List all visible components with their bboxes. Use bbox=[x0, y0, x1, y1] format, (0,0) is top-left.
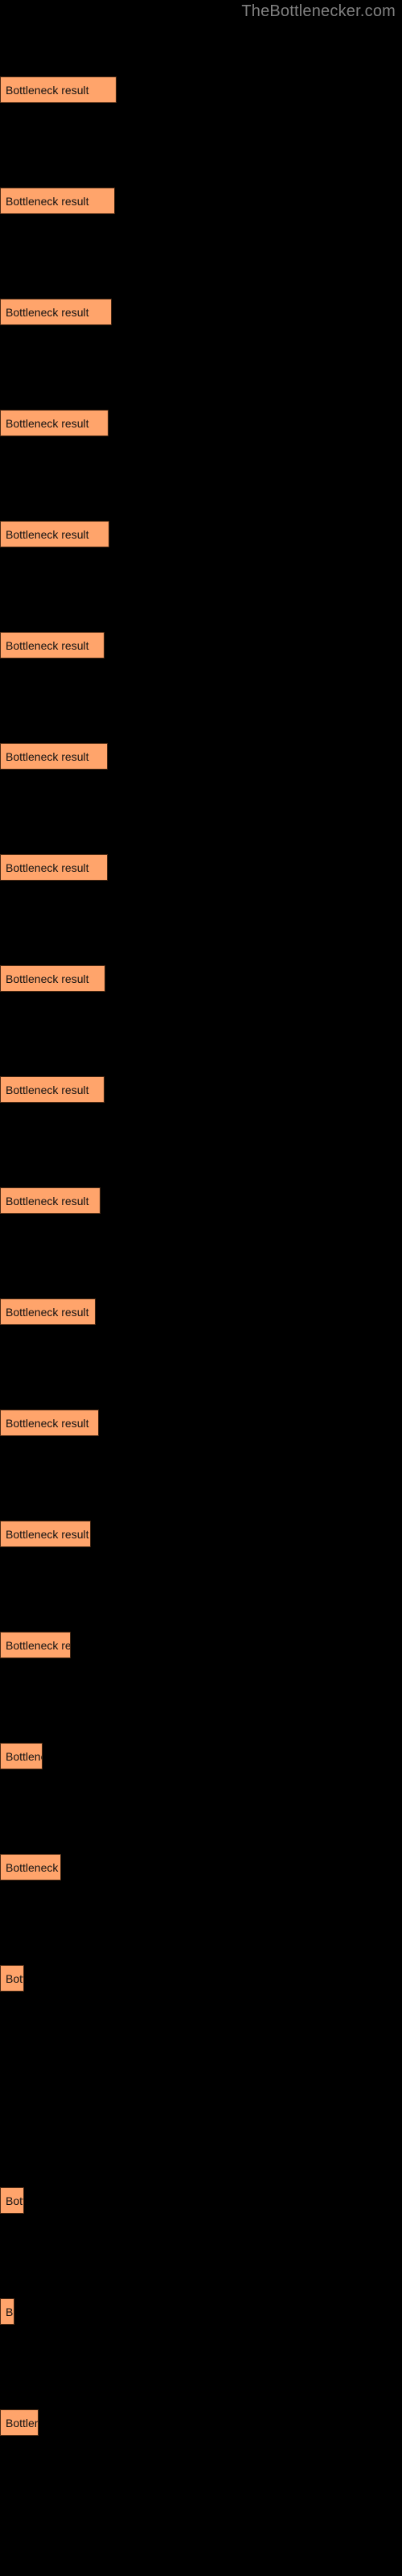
bar[interactable]: Bottleneck result bbox=[0, 2298, 14, 2325]
bar[interactable]: Bottleneck result bbox=[0, 2187, 24, 2214]
bar[interactable]: Bottleneck result bbox=[0, 188, 115, 214]
bar-label: Bottleneck result bbox=[6, 2305, 14, 2318]
bar-label: Bottleneck result bbox=[6, 83, 89, 97]
bar-label: Bottleneck result bbox=[6, 1749, 42, 1763]
bar[interactable]: Bottleneck result bbox=[0, 1521, 91, 1547]
bar[interactable]: Bottleneck result bbox=[0, 743, 108, 770]
bar-label: Bottleneck result bbox=[6, 638, 89, 652]
bar-label: Bottleneck result bbox=[6, 972, 89, 985]
bar-label: Bottleneck result bbox=[6, 1416, 89, 1430]
bar[interactable]: Bottleneck result bbox=[0, 1298, 96, 1325]
bar-chart-plot-area: Bottleneck result Bottleneck result Bottle… bbox=[0, 0, 402, 2576]
bar[interactable]: Bottleneck result bbox=[0, 299, 112, 325]
bar-label: Bottleneck result bbox=[6, 305, 89, 319]
bar-label: Bottleneck result bbox=[6, 416, 89, 430]
bar-label: Bottleneck result bbox=[6, 1305, 89, 1319]
bar[interactable]: Bottleneck result bbox=[0, 2409, 39, 2436]
bar[interactable]: Bottleneck result bbox=[0, 521, 109, 547]
bar-label: Bottleneck result bbox=[6, 861, 89, 874]
bar[interactable]: Bottleneck result bbox=[0, 1410, 99, 1436]
bar-label: Bottleneck result bbox=[6, 1083, 89, 1096]
bar-label: Bottleneck result bbox=[6, 194, 89, 208]
bar[interactable]: Bottleneck result bbox=[0, 76, 117, 103]
bar-label: Bottleneck result bbox=[6, 527, 89, 541]
bar-label: Bottleneck result bbox=[6, 1860, 60, 1874]
bar[interactable]: Bottleneck result bbox=[0, 1632, 71, 1658]
bar[interactable]: Bottleneck result bbox=[0, 854, 108, 881]
bar[interactable]: Bottleneck result bbox=[0, 1743, 43, 1769]
bar-label: Bottleneck result bbox=[6, 1194, 89, 1208]
bar-label: Bottleneck result bbox=[6, 2194, 23, 2207]
bar[interactable]: Bottleneck result bbox=[0, 410, 109, 436]
bar[interactable]: Bottleneck result bbox=[0, 1965, 24, 1992]
bar-label: Bottleneck result bbox=[6, 1638, 71, 1652]
bar-label: Bottleneck result bbox=[6, 1527, 89, 1541]
chart-page: TheBottlenecker.com Bottleneck result Bot… bbox=[0, 0, 402, 2576]
bar[interactable]: Bottleneck result bbox=[0, 1854, 61, 1880]
bar-label: Bottleneck result bbox=[6, 2416, 38, 2429]
bar[interactable]: Bottleneck result bbox=[0, 965, 105, 992]
bar-label: Bottleneck result bbox=[6, 1971, 23, 1985]
bar-label: Bottleneck result bbox=[6, 749, 89, 763]
bar[interactable]: Bottleneck result bbox=[0, 632, 105, 658]
bar[interactable]: Bottleneck result bbox=[0, 1187, 100, 1214]
bar[interactable]: Bottleneck result bbox=[0, 1076, 105, 1103]
